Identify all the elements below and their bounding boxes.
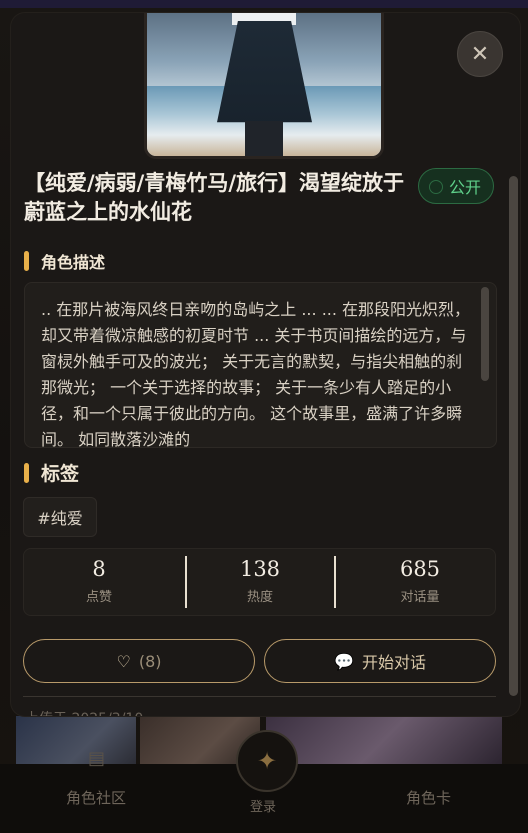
description-box[interactable]: .. 在那片被海风终日亲吻的岛屿之上 ... ... 在那段阳光炽烈，却又带着微… <box>24 282 497 448</box>
close-icon: ✕ <box>470 41 490 67</box>
stat-value: 8 <box>92 557 106 581</box>
start-chat-label: 开始对话 <box>361 653 426 672</box>
status-dot-icon <box>429 180 443 194</box>
stat-label: 热度 <box>246 590 273 605</box>
community-icon: ▤ <box>88 748 106 769</box>
stat-value: 138 <box>239 557 281 581</box>
section-accent-bar <box>24 251 29 271</box>
stats-panel: 8 点赞 138 热度 685 对话量 <box>23 548 496 616</box>
nav-character-card[interactable]: 角色卡 <box>406 787 451 808</box>
heart-icon: ♡ <box>116 651 131 671</box>
stat-label: 对话量 <box>400 590 440 605</box>
description-scrollbar[interactable] <box>481 287 489 381</box>
visibility-badge[interactable]: 公开 <box>418 168 494 204</box>
nav-community[interactable]: 角色社区 <box>66 787 126 808</box>
tag-chip[interactable]: #纯爱 <box>23 497 97 537</box>
character-cover-image <box>144 13 384 159</box>
tags-heading-label: 标签 <box>41 463 80 485</box>
modal-scrollbar[interactable] <box>509 176 518 696</box>
stat-label: 点赞 <box>85 590 112 605</box>
stat-divider <box>334 556 336 608</box>
footer-divider <box>23 696 496 697</box>
login-button[interactable]: ✦ <box>236 730 298 792</box>
upload-date: 上传于 2025/3/10 <box>25 708 143 716</box>
stat-heat: 138 热度 <box>186 549 334 615</box>
description-heading-label: 角色描述 <box>41 253 106 272</box>
start-chat-button[interactable]: 💬 开始对话 <box>264 639 496 683</box>
nav-login-label[interactable]: 登录 <box>250 796 276 815</box>
like-button[interactable]: ♡ (8) <box>23 639 255 683</box>
fox-logo-icon: ✦ <box>256 747 278 775</box>
close-button[interactable]: ✕ <box>457 31 503 77</box>
chat-bubble-icon: 💬 <box>334 651 354 671</box>
stat-likes: 8 点赞 <box>24 549 174 615</box>
stat-value: 685 <box>399 557 441 581</box>
like-count: (8) <box>138 651 162 671</box>
tags-heading: 标签 <box>24 459 79 486</box>
character-title: 【纯爱/病弱/青梅竹马/旅行】渴望绽放于蔚蓝之上的水仙花 <box>24 171 405 224</box>
top-bar <box>0 0 528 8</box>
stat-conversations: 685 对话量 <box>346 549 494 615</box>
background-card-thumbnail[interactable] <box>266 716 502 764</box>
description-heading: 角色描述 <box>24 249 105 273</box>
character-detail-modal: ✕ 【纯爱/病弱/青梅竹马/旅行】渴望绽放于蔚蓝之上的水仙花 公开 角色描述 .… <box>11 13 520 716</box>
visibility-label: 公开 <box>448 178 481 197</box>
section-accent-bar <box>24 462 29 483</box>
description-text: .. 在那片被海风终日亲吻的岛屿之上 ... ... 在那段阳光炽烈，却又带着微… <box>41 300 471 448</box>
background-card-thumbnail[interactable] <box>16 716 136 764</box>
